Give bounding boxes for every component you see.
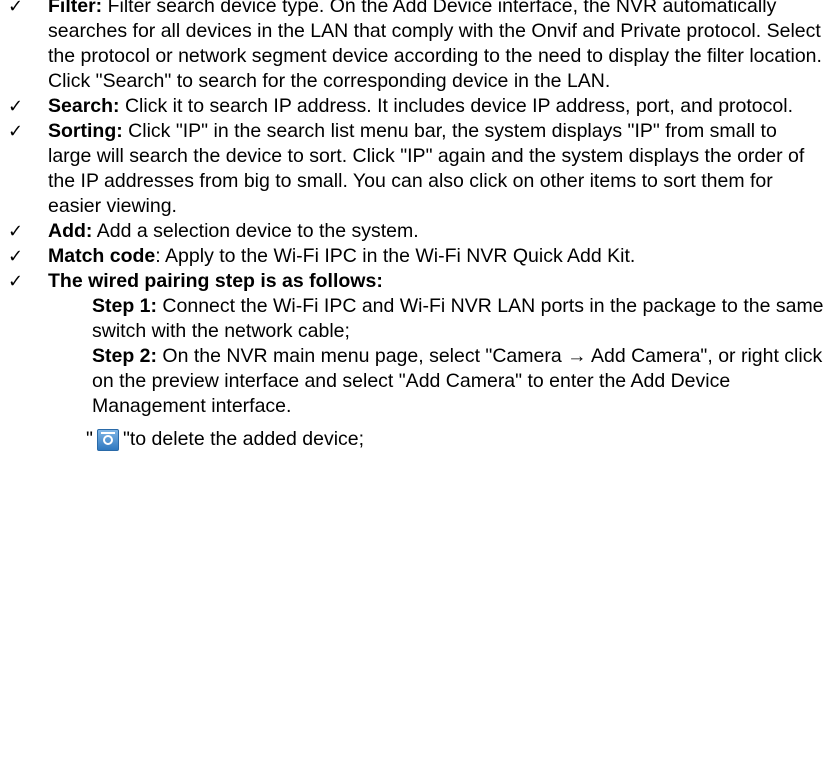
checkmark-icon: ✓ bbox=[8, 121, 24, 142]
step-2: Step 2: On the NVR main menu page, selec… bbox=[92, 344, 824, 419]
step-1: Step 1: Connect the Wi-Fi IPC and Wi-Fi … bbox=[92, 294, 824, 344]
list-item-wired-pairing: ✓ The wired pairing step is as follows: bbox=[0, 269, 832, 294]
filter-text: Filter search device type. On the Add De… bbox=[48, 0, 822, 92]
wired-pairing-steps: Step 1: Connect the Wi-Fi IPC and Wi-Fi … bbox=[0, 294, 832, 419]
sorting-text: Click "IP" in the search list menu bar, … bbox=[48, 120, 805, 217]
add-text: Add a selection device to the system. bbox=[92, 220, 419, 242]
sorting-label: Sorting: bbox=[48, 120, 123, 142]
list-item-sorting: ✓ Sorting: Click "IP" in the search list… bbox=[0, 119, 832, 219]
delete-note-close-quote: " bbox=[122, 428, 130, 450]
step-2-label: Step 2: bbox=[92, 345, 158, 367]
checkmark-icon: ✓ bbox=[8, 246, 24, 267]
list-item-filter: ✓ Filter: Filter search device type. On … bbox=[0, 0, 832, 94]
list-item-search: ✓ Search: Click it to search IP address.… bbox=[0, 94, 832, 119]
match-code-label: Match code bbox=[48, 245, 156, 267]
checkmark-icon: ✓ bbox=[8, 221, 24, 242]
search-text: Click it to search IP address. It includ… bbox=[119, 95, 794, 117]
add-label: Add: bbox=[48, 220, 93, 242]
step-1-text: Connect the Wi-Fi IPC and Wi-Fi NVR LAN … bbox=[92, 295, 824, 342]
checkmark-icon: ✓ bbox=[8, 271, 24, 292]
list-item-add: ✓ Add: Add a selection device to the sys… bbox=[0, 219, 832, 244]
match-code-text: Apply to the Wi-Fi IPC in the Wi-Fi NVR … bbox=[160, 245, 636, 267]
trash-icon bbox=[96, 428, 119, 451]
document-body: ✓ Filter: Filter search device type. On … bbox=[0, 0, 832, 452]
delete-note-open-quote: " bbox=[86, 428, 93, 450]
search-label: Search: bbox=[48, 95, 120, 117]
list-item-match-code: ✓ Match code: Apply to the Wi-Fi IPC in … bbox=[0, 244, 832, 269]
checkmark-icon: ✓ bbox=[8, 96, 24, 117]
wired-pairing-heading: The wired pairing step is as follows: bbox=[48, 270, 383, 292]
delete-note-text: to delete the added device; bbox=[129, 428, 365, 450]
checkmark-icon: ✓ bbox=[8, 0, 24, 17]
step-1-label: Step 1: bbox=[92, 295, 158, 317]
delete-note: " " to delete the added device; bbox=[0, 427, 832, 452]
step-2-text: On the NVR main menu page, select "Camer… bbox=[92, 345, 823, 417]
filter-label: Filter: bbox=[48, 0, 103, 17]
